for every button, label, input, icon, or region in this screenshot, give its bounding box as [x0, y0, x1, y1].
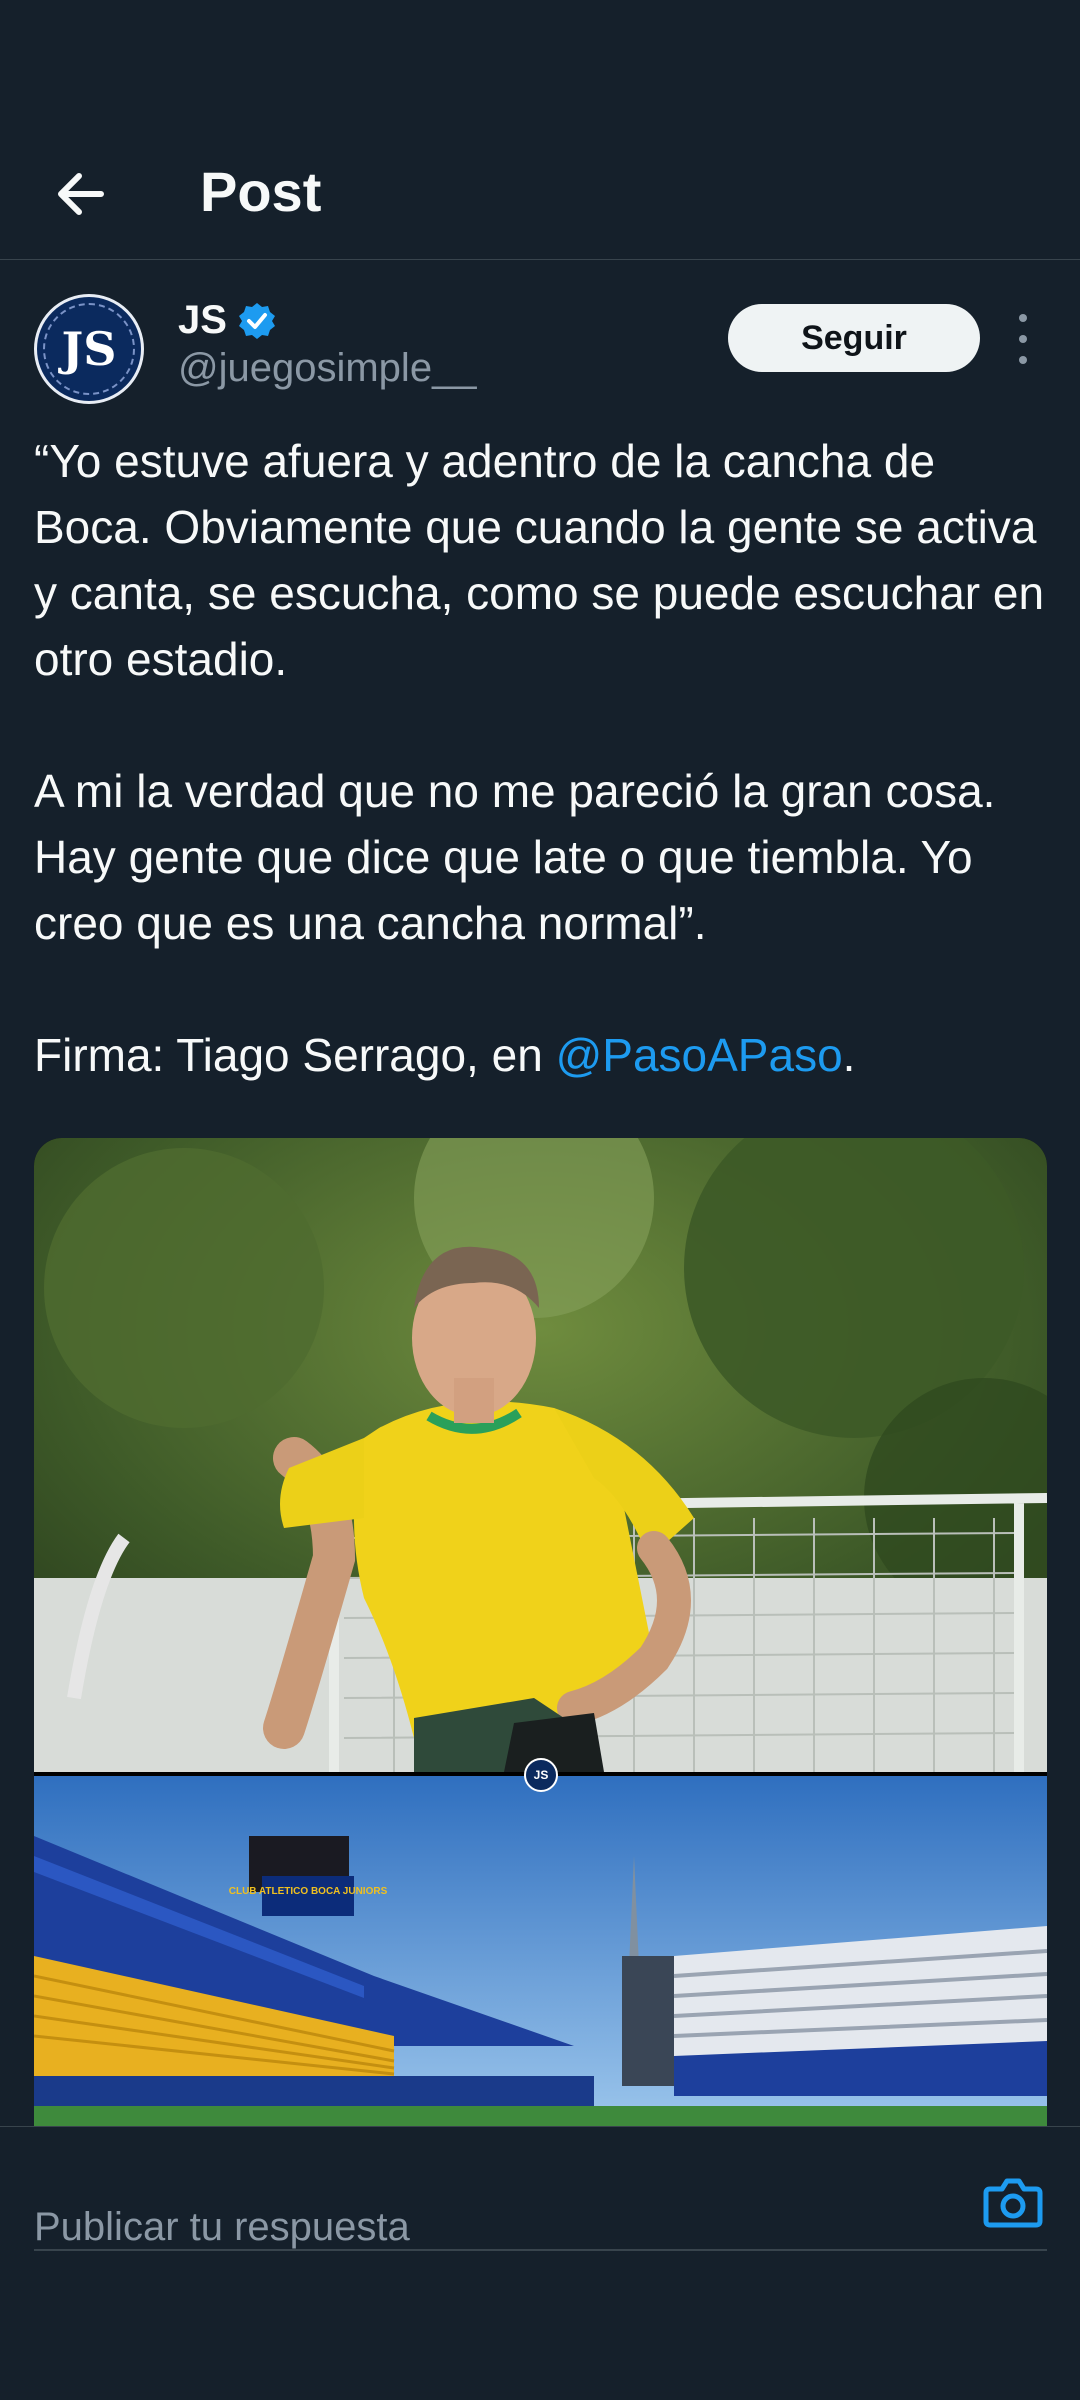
signature-suffix: .: [842, 1029, 856, 1081]
camera-icon: [983, 2178, 1043, 2228]
follow-button[interactable]: Seguir: [728, 304, 980, 372]
user-handle[interactable]: @juegosimple__: [178, 346, 477, 391]
post-text: “Yo estuve afuera y adentro de la cancha…: [34, 428, 1054, 1088]
reply-input[interactable]: Publicar tu respuesta: [34, 2165, 984, 2289]
display-name[interactable]: JS: [178, 298, 227, 343]
watermark-logo: JS: [524, 1758, 558, 1792]
avatar-logo-text: JS: [61, 322, 117, 376]
reply-composer: Publicar tu respuesta: [0, 2126, 1080, 2400]
page-title: Post: [200, 160, 322, 223]
photo-player-yellow-jersey[interactable]: [34, 1138, 1047, 1772]
more-vertical-icon: [1019, 314, 1027, 322]
stadium-sign-text: CLUB ATLETICO BOCA JUNIORS: [229, 1886, 388, 1897]
post-media[interactable]: JS CLUB ATLETICO BOCA JUNIORS: [34, 1138, 1047, 2126]
camera-button[interactable]: [982, 2171, 1044, 2233]
back-arrow-icon: [58, 173, 104, 215]
photo-stadium[interactable]: CLUB ATLETICO BOCA JUNIORS: [34, 1776, 1047, 2126]
more-dot: [1019, 356, 1027, 364]
back-button[interactable]: [40, 154, 120, 234]
avatar-ring: JS: [43, 303, 135, 395]
signature-text: Firma: Tiago Serrago, en: [34, 1029, 556, 1081]
top-app-bar: Post: [0, 132, 1080, 260]
mention-link[interactable]: @PasoAPaso: [556, 1029, 843, 1081]
post-paragraph-1: “Yo estuve afuera y adentro de la cancha…: [34, 435, 1045, 685]
avatar[interactable]: JS: [34, 294, 144, 404]
name-row: JS: [178, 298, 277, 343]
post-paragraph-2: A mi la verdad que no me pareció la gran…: [34, 765, 996, 949]
more-dot: [1019, 335, 1027, 343]
post-paragraph-3: Firma: Tiago Serrago, en @PasoAPaso.: [34, 1022, 1054, 1088]
verified-badge-icon: [238, 302, 275, 339]
more-options-button[interactable]: [1008, 314, 1038, 364]
reply-underline: [34, 2249, 1047, 2251]
post-author: JS JS @juegosimple__ Seguir: [34, 294, 1054, 414]
